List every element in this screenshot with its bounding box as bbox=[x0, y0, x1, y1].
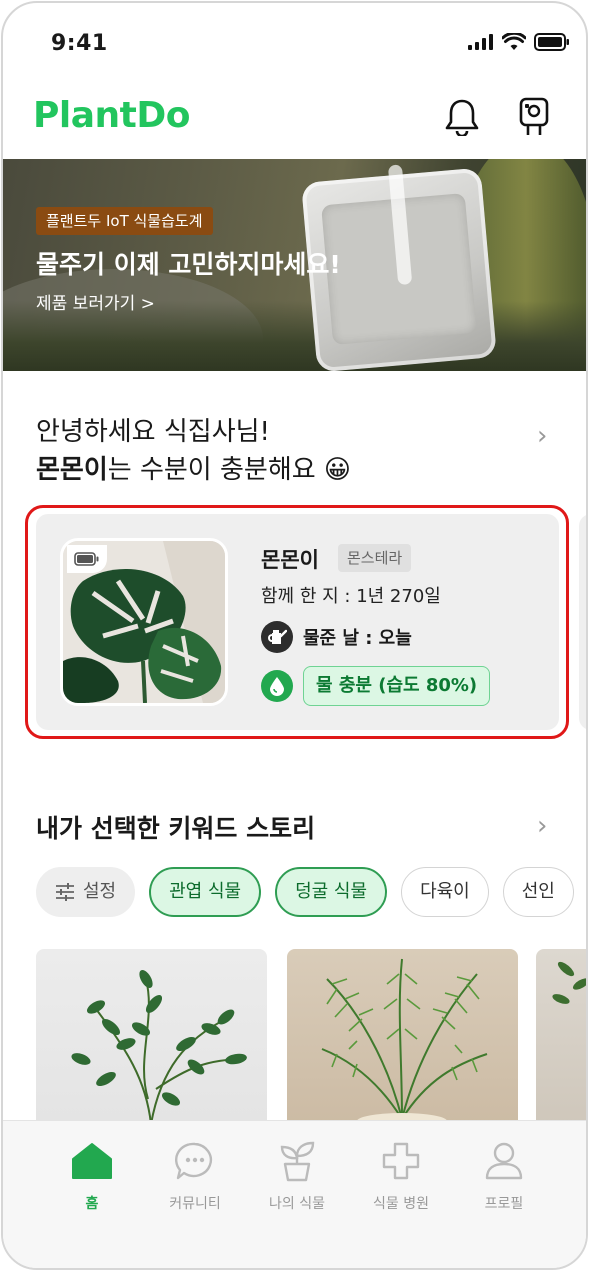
greeting: 안녕하세요 식집사님! 몬몬이는 수분이 충분해요 😀 bbox=[36, 413, 516, 489]
app-header: PlantDo bbox=[3, 83, 586, 159]
water-drop-icon bbox=[261, 670, 293, 702]
battery-status bbox=[67, 545, 107, 573]
nav-label-profile: 프로필 bbox=[484, 1196, 524, 1212]
moisture-badge: 물 충분 (습도 80%) bbox=[303, 666, 491, 706]
story-card[interactable] bbox=[287, 949, 518, 1124]
home-icon bbox=[70, 1139, 114, 1183]
iot-device-icon bbox=[519, 97, 549, 135]
sliders-icon bbox=[56, 883, 74, 901]
battery-icon bbox=[534, 33, 569, 51]
keyword-chip-succulent[interactable]: 다육이 bbox=[401, 867, 489, 917]
nav-label-my-plants: 나의 식물 bbox=[269, 1196, 325, 1212]
plus-icon bbox=[379, 1139, 423, 1183]
moisture-status: 물 충분 (습도 80%) bbox=[261, 666, 491, 706]
species-tag: 몬스테라 bbox=[338, 544, 412, 572]
plant-card[interactable]: 몬몬이 몬스테라 함께 한 지 : 1년 270일 물준 날 : 오늘 물 충분… bbox=[36, 514, 559, 730]
keyword-section-chevron-icon[interactable]: › bbox=[537, 811, 547, 841]
plant-status-message: 는 수분이 충분해요 😀 bbox=[107, 455, 352, 485]
phone-frame: 9:41 PlantDo 플랜트두 IoT 식물습도계 물주기 이제 고민하지마… bbox=[1, 1, 588, 1270]
keyword-settings-chip[interactable]: 설정 bbox=[36, 867, 136, 917]
keyword-chip-foliage[interactable]: 관엽 식물 bbox=[149, 867, 262, 917]
chat-icon bbox=[173, 1139, 217, 1183]
together-duration: 함께 한 지 : 1년 270일 bbox=[261, 586, 441, 607]
nav-item-my-plants[interactable]: 나의 식물 bbox=[257, 1139, 337, 1213]
keyword-chip-cactus[interactable]: 선인 bbox=[502, 867, 574, 917]
keyword-chip-vine[interactable]: 덩굴 식물 bbox=[275, 867, 388, 917]
wifi-icon bbox=[502, 33, 526, 50]
status-icons bbox=[468, 33, 570, 51]
nav-item-profile[interactable]: 프로필 bbox=[464, 1139, 544, 1213]
story-plant-image bbox=[71, 969, 247, 1124]
promo-banner[interactable]: 플랜트두 IoT 식물습도계 물주기 이제 고민하지마세요! 제품 보러가기 > bbox=[3, 159, 586, 371]
watering-can-icon bbox=[261, 621, 293, 653]
water-day: 물준 날 : 오늘 bbox=[261, 620, 412, 654]
bell-icon bbox=[445, 99, 479, 136]
nav-label-home: 홈 bbox=[85, 1196, 99, 1212]
keyword-section-title: 내가 선택한 키워드 스토리 bbox=[36, 814, 316, 843]
plant-icon bbox=[275, 1139, 319, 1183]
banner-title: 물주기 이제 고민하지마세요! bbox=[36, 250, 341, 279]
bottom-nav: 홈 커뮤니티 나의 식물 식물 병원 프로필 bbox=[3, 1120, 586, 1268]
banner-badge: 플랜트두 IoT 식물습도계 bbox=[36, 207, 213, 235]
status-time: 9:41 bbox=[51, 31, 108, 56]
story-card[interactable] bbox=[36, 949, 267, 1124]
nav-label-plant-hospital: 식물 병원 bbox=[373, 1196, 429, 1212]
greeting-chevron-icon[interactable]: › bbox=[537, 421, 547, 451]
greeting-text: 안녕하세요 식집사님! bbox=[36, 417, 270, 447]
nav-label-community: 커뮤니티 bbox=[169, 1196, 221, 1212]
iot-device-button[interactable] bbox=[516, 97, 552, 137]
chip-label: 설정 bbox=[83, 881, 117, 902]
plant-name: 몬몬이 bbox=[261, 548, 319, 572]
battery-icon bbox=[74, 552, 99, 566]
story-plant-image bbox=[552, 961, 586, 1004]
plant-status-name: 몬몬이 bbox=[36, 455, 108, 485]
status-bar: 9:41 bbox=[3, 3, 586, 83]
plant-photo bbox=[60, 538, 228, 706]
notification-button[interactable] bbox=[444, 97, 480, 137]
nav-item-home[interactable]: 홈 bbox=[52, 1139, 132, 1213]
story-card[interactable] bbox=[536, 949, 586, 1124]
water-day-text: 물준 날 : 오늘 bbox=[303, 628, 412, 649]
keyword-chips: 설정 관엽 식물 덩굴 식물 다육이 선인 bbox=[36, 867, 574, 917]
app-logo[interactable]: PlantDo bbox=[33, 95, 190, 136]
signal-icon bbox=[468, 34, 493, 50]
nav-item-community[interactable]: 커뮤니티 bbox=[155, 1139, 235, 1213]
plant-status-text: 몬몬이는 수분이 충분해요 😀 bbox=[36, 451, 516, 489]
story-palm-image bbox=[321, 958, 488, 1124]
profile-icon bbox=[482, 1139, 526, 1183]
nav-item-plant-hospital[interactable]: 식물 병원 bbox=[361, 1139, 441, 1213]
next-plant-card[interactable] bbox=[579, 514, 586, 730]
banner-product-link[interactable]: 제품 보러가기 > bbox=[36, 289, 155, 314]
